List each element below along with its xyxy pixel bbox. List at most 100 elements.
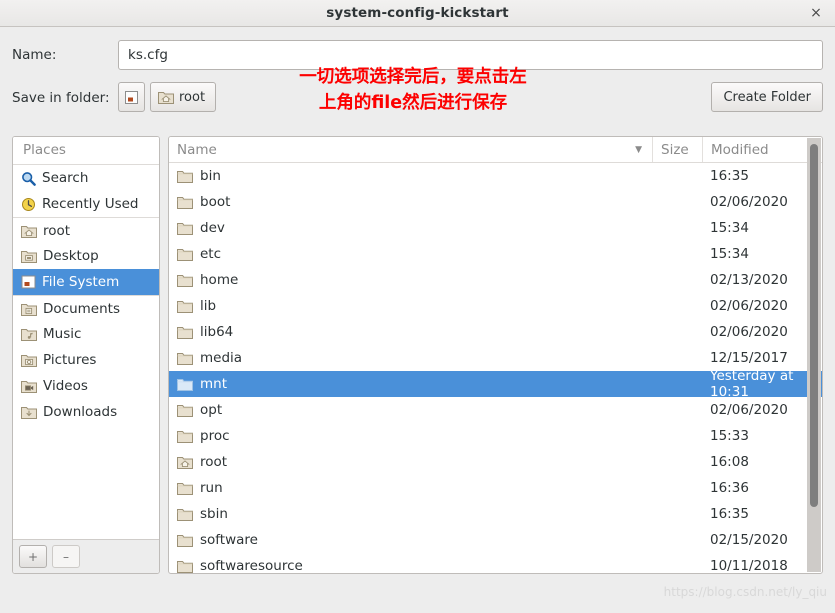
sidebar-item-pictures[interactable]: Pictures xyxy=(13,347,159,373)
file-modified-cell: 12/15/2017 xyxy=(710,350,788,366)
sidebar-item-documents[interactable]: Documents xyxy=(13,295,159,321)
file-name-cell: bin xyxy=(169,168,652,184)
file-name-label: home xyxy=(200,272,239,288)
table-row[interactable]: opt 02/06/2020 xyxy=(169,397,822,423)
folder-icon xyxy=(177,507,193,521)
file-modified-cell: 02/15/2020 xyxy=(710,532,788,548)
table-row[interactable]: software 02/15/2020 xyxy=(169,527,822,553)
table-row[interactable]: lib64 02/06/2020 xyxy=(169,319,822,345)
sidebar-item-file-system[interactable]: File System xyxy=(13,269,159,295)
sidebar-item-downloads[interactable]: Downloads xyxy=(13,399,159,425)
table-row[interactable]: proc 15:33 xyxy=(169,423,822,449)
file-modified-cell: 02/06/2020 xyxy=(710,324,788,340)
create-folder-button[interactable]: Create Folder xyxy=(711,82,823,112)
search-icon xyxy=(21,171,36,186)
file-name-cell: softwaresource xyxy=(169,558,652,573)
browser-panes: Places Search Recently Used root Desktop Fil… xyxy=(0,126,835,574)
file-modified-cell: 15:34 xyxy=(710,246,749,262)
file-name-cell: sbin xyxy=(169,506,652,522)
drive-icon xyxy=(21,275,36,289)
table-row[interactable]: softwaresource 10/11/2018 xyxy=(169,553,822,573)
column-header-name[interactable]: Name ▼ xyxy=(169,137,652,162)
sidebar-item-root[interactable]: root xyxy=(13,217,159,243)
folder-icon xyxy=(177,429,193,443)
filesystem-path-button[interactable] xyxy=(118,82,145,112)
places-footer: + – xyxy=(13,539,159,573)
folder-icon xyxy=(177,273,193,287)
save-file-dialog: Name: Save in folder: root 一切选项选择完后 xyxy=(0,27,835,613)
file-modified-cell: 16:35 xyxy=(710,168,749,184)
root-path-button[interactable]: root xyxy=(150,82,217,112)
table-row[interactable]: run 16:36 xyxy=(169,475,822,501)
folder-icon xyxy=(177,351,193,365)
table-row[interactable]: sbin 16:35 xyxy=(169,501,822,527)
sidebar-item-music[interactable]: Music xyxy=(13,321,159,347)
file-name-cell: mnt xyxy=(169,376,652,392)
file-modified-cell: 16:35 xyxy=(710,506,749,522)
table-row[interactable]: mnt Yesterday at 10:31 xyxy=(169,368,822,400)
sidebar-item-recently-used[interactable]: Recently Used xyxy=(13,191,159,217)
file-name-cell: proc xyxy=(169,428,652,444)
window-title: system-config-kickstart xyxy=(326,5,509,21)
file-modified-cell: 15:33 xyxy=(710,428,749,444)
name-label: Name: xyxy=(12,47,57,63)
red-annotation-text: 一切选项选择完后，要点击左 上角的file然后进行保存 xyxy=(299,67,527,113)
folder-icon xyxy=(177,299,193,313)
sidebar-item-label: Pictures xyxy=(43,352,97,368)
watermark: https://blog.csdn.net/ly_qiu xyxy=(663,585,827,599)
sidebar-item-label: Videos xyxy=(43,378,88,394)
file-name-label: etc xyxy=(200,246,222,262)
file-name-label: root xyxy=(200,454,228,470)
root-path-button-label: root xyxy=(179,89,206,105)
file-name-label: proc xyxy=(200,428,230,444)
table-row[interactable]: bin 16:35 xyxy=(169,163,822,189)
table-row[interactable]: dev 15:34 xyxy=(169,215,822,241)
table-row[interactable]: lib 02/06/2020 xyxy=(169,293,822,319)
table-row[interactable]: home 02/13/2020 xyxy=(169,267,822,293)
sidebar-item-search[interactable]: Search xyxy=(13,165,159,191)
save-in-folder-label: Save in folder: xyxy=(12,90,110,106)
folder-icon xyxy=(177,377,193,391)
file-list-rows: bin 16:35 boot 02/06/2020 dev 15:34 etc 15:34 ho… xyxy=(169,163,822,573)
file-name-cell: boot xyxy=(169,194,652,210)
folder-icon xyxy=(177,195,193,209)
file-name-cell: opt xyxy=(169,402,652,418)
file-name-cell: home xyxy=(169,272,652,288)
sidebar-item-label: Search xyxy=(42,170,89,186)
table-row[interactable]: boot 02/06/2020 xyxy=(169,189,822,215)
column-header-size[interactable]: Size xyxy=(652,137,702,162)
table-row[interactable]: etc 15:34 xyxy=(169,241,822,267)
file-name-label: sbin xyxy=(200,506,228,522)
file-list-scrollbar-thumb[interactable] xyxy=(810,144,818,507)
folder-icon xyxy=(177,169,193,183)
column-header-name-label: Name xyxy=(177,141,217,158)
folder-icon xyxy=(177,403,193,417)
table-row[interactable]: root 16:08 xyxy=(169,449,822,475)
folder-icon xyxy=(177,559,193,573)
file-name-cell: media xyxy=(169,350,652,366)
add-bookmark-button[interactable]: + xyxy=(19,545,47,568)
file-list-scrollbar[interactable] xyxy=(807,138,821,572)
sidebar-item-label: Recently Used xyxy=(42,196,139,212)
home-folder-icon xyxy=(158,90,174,104)
file-name-cell: lib xyxy=(169,298,652,314)
close-icon[interactable]: × xyxy=(807,4,825,22)
sidebar-item-videos[interactable]: Videos xyxy=(13,373,159,399)
file-name-cell: software xyxy=(169,532,652,548)
sidebar-item-label: Documents xyxy=(43,300,120,317)
column-header-modified[interactable]: Modified xyxy=(702,137,822,162)
file-name-label: dev xyxy=(200,220,225,236)
documents-folder-icon xyxy=(21,302,37,316)
remove-bookmark-button[interactable]: – xyxy=(52,545,80,568)
recent-icon xyxy=(21,197,36,212)
videos-folder-icon xyxy=(21,379,37,393)
places-sidebar: Places Search Recently Used root Desktop Fil… xyxy=(12,136,160,574)
file-name-label: softwaresource xyxy=(200,558,303,573)
filename-input[interactable] xyxy=(118,40,823,70)
file-list-header: Name ▼ Size Modified xyxy=(169,137,822,163)
file-name-label: software xyxy=(200,532,258,548)
places-items: Search Recently Used root Desktop File Syste… xyxy=(13,165,159,425)
sidebar-item-desktop[interactable]: Desktop xyxy=(13,243,159,269)
folder-icon xyxy=(177,325,193,339)
file-list-pane: Name ▼ Size Modified bin 16:35 boot 02/06/2… xyxy=(168,136,823,574)
